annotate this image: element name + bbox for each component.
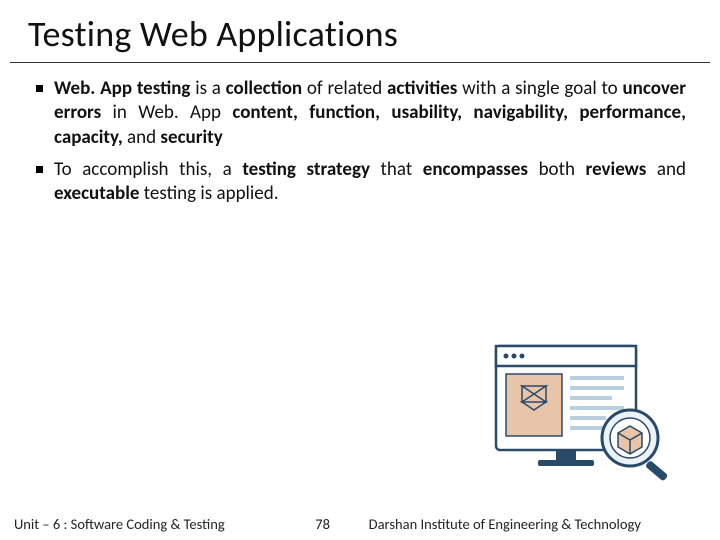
text-run: testing is applied. (139, 182, 278, 205)
bullet-list: Web. App testing is a collection of rela… (34, 77, 686, 207)
text-run: To accomplish this, a (54, 158, 242, 181)
text-run: of related (302, 77, 387, 100)
text-run: and (646, 158, 686, 181)
text-run: both (528, 158, 586, 181)
slide-title: Testing Web Applications (10, 0, 710, 63)
text-run: encompasses (423, 158, 528, 181)
text-run: executable (54, 182, 139, 205)
footer-unit: Unit – 6 : Software Coding & Testing (14, 515, 225, 533)
text-run: testing strategy (242, 158, 370, 181)
text-run: reviews (586, 158, 647, 181)
text-run: activities (387, 77, 457, 100)
text-run: in Web. App (101, 101, 232, 124)
text-run: collection (226, 77, 302, 100)
footer-institute: Darshan Institute of Engineering & Techn… (353, 515, 706, 533)
text-run: is a (190, 77, 225, 100)
text-run: that (370, 158, 423, 181)
text-run: Web. App testing (54, 77, 190, 100)
slide-content: Web. App testing is a collection of rela… (0, 63, 720, 207)
text-run: and (123, 126, 161, 149)
footer-page-number: 78 (293, 515, 353, 533)
web-testing-illustration (488, 338, 678, 488)
slide-footer: Unit – 6 : Software Coding & Testing 78 … (0, 506, 720, 540)
text-run: security (160, 126, 222, 149)
bullet-item: To accomplish this, a testing strategy t… (34, 158, 686, 207)
text-run: with a single goal to (457, 77, 622, 100)
bullet-item: Web. App testing is a collection of rela… (34, 77, 686, 150)
